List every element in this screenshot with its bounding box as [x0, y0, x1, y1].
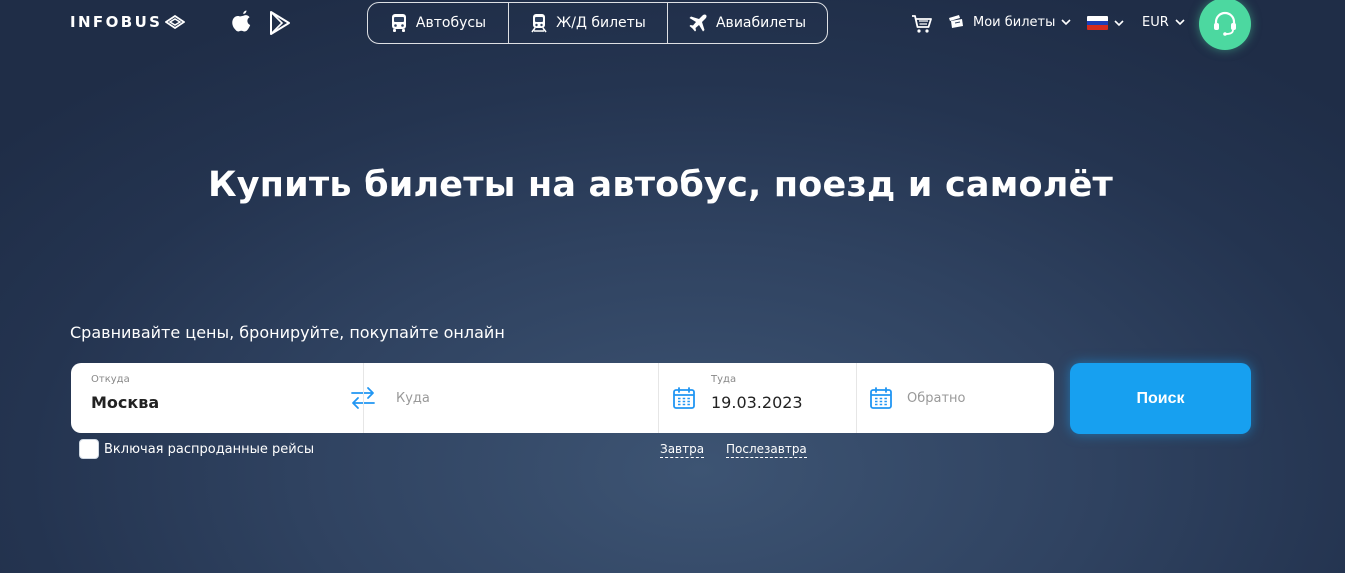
currency-label: EUR [1142, 15, 1169, 30]
search-button[interactable]: Поиск [1070, 363, 1251, 434]
tickets-icon [949, 15, 963, 28]
from-field[interactable]: Откуда Москва [71, 363, 363, 433]
tab-flights-label: Авиабилеты [715, 15, 806, 31]
my-tickets-menu[interactable]: Мои билеты [947, 14, 1071, 30]
my-tickets-label: Мои билеты [973, 14, 1056, 30]
tomorrow-link[interactable]: Завтра [660, 442, 705, 458]
train-icon [531, 14, 547, 33]
include-sold-out-label: Включая распроданные рейсы [104, 441, 315, 457]
include-sold-out-checkbox[interactable] [79, 439, 99, 459]
hero-subtitle: Сравнивайте цены, бронируйте, покупайте … [70, 323, 505, 342]
depart-value: 19.03.2023 [711, 393, 803, 412]
google-play-icon[interactable] [268, 10, 292, 36]
from-label: Откуда [91, 374, 130, 385]
bus-icon [391, 14, 406, 32]
support-button[interactable] [1199, 0, 1251, 50]
apple-icon[interactable] [230, 9, 254, 35]
tab-trains[interactable]: Ж/Д билеты [508, 3, 667, 43]
logo-eye-icon [165, 15, 186, 29]
transport-tabs: Автобусы Ж/Д билеты Авиабилеты [367, 2, 828, 44]
russian-flag-icon [1087, 16, 1108, 30]
to-placeholder: Куда [396, 391, 430, 406]
depart-date-field[interactable]: Туда 19.03.2023 [659, 363, 856, 433]
day-after-tomorrow-link[interactable]: Послезавтра [726, 442, 807, 458]
tab-buses[interactable]: Автобусы [368, 3, 508, 43]
infobus-logo[interactable]: INFOBUS [70, 13, 186, 31]
cart-icon[interactable] [911, 13, 933, 35]
chevron-down-icon [1175, 19, 1185, 26]
chevron-down-icon [1114, 19, 1124, 26]
tab-trains-label: Ж/Д билеты [556, 15, 646, 31]
tab-buses-label: Автобусы [415, 15, 487, 31]
currency-selector[interactable]: EUR [1142, 15, 1185, 30]
tab-flights[interactable]: Авиабилеты [667, 3, 826, 43]
include-sold-out-option[interactable]: Включая распроданные рейсы [79, 439, 314, 459]
search-form: Откуда Москва Куда Туда 19.03.2023 Обрат… [71, 363, 1054, 433]
depart-label: Туда [711, 374, 737, 385]
return-date-field[interactable]: Обратно [857, 363, 1054, 433]
chevron-down-icon [1061, 18, 1071, 25]
logo-text: INFOBUS [70, 13, 163, 31]
page-title: Купить билеты на автобус, поезд и самолё… [207, 165, 1114, 205]
site-header: INFOBUS Автобусы Ж/Д билеты Авиабилеты М… [0, 0, 1345, 50]
to-field[interactable]: Куда [364, 363, 658, 433]
return-placeholder: Обратно [907, 391, 966, 406]
headset-icon [1214, 11, 1236, 36]
plane-icon [689, 14, 707, 32]
from-value: Москва [91, 393, 160, 412]
language-selector[interactable] [1087, 16, 1124, 30]
